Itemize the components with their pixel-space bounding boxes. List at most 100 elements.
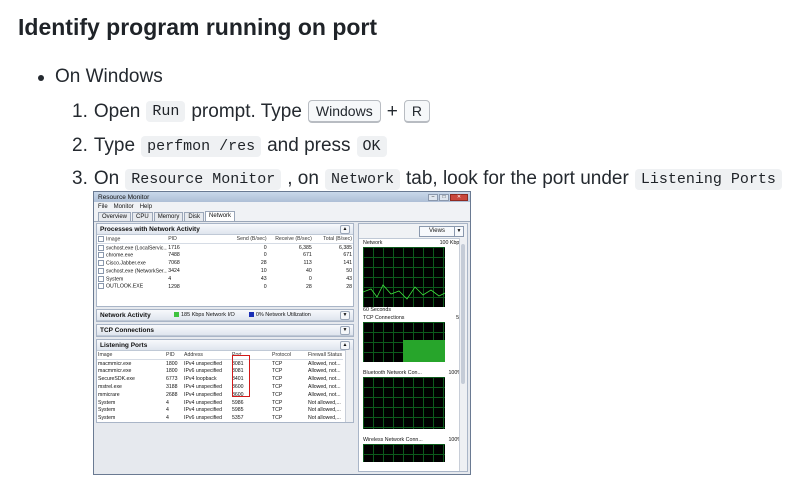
views-button[interactable]: Views [419,226,455,237]
table-cell: 1716 [168,244,180,251]
menu-file[interactable]: File [98,204,108,210]
maximize-icon[interactable]: □ [439,193,449,201]
graph-footer: 60 Seconds0 [359,307,467,314]
table-cell: 0 [263,244,267,251]
table-cell: IPv4 unspecified [184,391,223,398]
tab-memory[interactable]: Memory [153,212,184,221]
listening-scrollbar[interactable] [345,350,353,422]
key-windows: Windows [307,100,381,123]
table-cell: 4 [166,415,169,422]
graph-title: Network 100 Kbps [359,239,467,247]
graph-line [363,284,445,300]
graph-footer: 0 [359,429,467,436]
table-row[interactable]: Cisco.Jabber.exe 7068 28 113 141 [97,259,353,267]
col-pid[interactable]: PID [165,351,183,360]
table-cell: 3188 [166,384,178,391]
chevron-down-icon[interactable]: ▼ [454,226,464,237]
table-row[interactable]: chrome.exe 7488 0 671 671 [97,252,353,260]
graph-label: Network [363,240,383,246]
table-row[interactable]: System 4 IPv4 unspecified 5985 TCP Not allowe… [97,407,343,415]
table-row[interactable]: System 4 IPv4 unspecified 5986 TCP Not allowe… [97,399,343,407]
table-cell: 5357 [232,415,244,422]
table-cell: TCP [272,399,283,406]
table-row[interactable]: macmmicr.exe 1800 IPv4 unspecified 8081 TCP A… [97,359,343,367]
chevron-up-icon[interactable]: ▲ [340,225,350,234]
processes-panel-header[interactable]: Processes with Network Activity ▲ [97,224,353,235]
chevron-down-icon[interactable]: ▼ [340,326,350,335]
table-cell: Allowed, not... [308,360,341,367]
table-row[interactable]: OUTLOOK.EXE 1298 0 28 28 [97,283,353,291]
col-receive[interactable]: Receive (B/sec) [267,235,313,244]
table-cell: TCP [272,407,283,414]
graph-canvas [363,247,445,307]
network-activity-panel: Network Activity 185 Kbps Network I/O 0%… [96,309,354,322]
tab-cpu[interactable]: CPU [132,212,153,221]
table-cell: 0 [263,283,267,290]
table-row[interactable]: System 4 IPv6 unspecified 5357 TCP Not allowe… [97,414,343,422]
table-cell: 7488 [168,252,180,259]
graphs-scrollbar[interactable] [459,238,467,471]
table-row[interactable]: mstrel.exe 3188 IPv4 unspecified 8600 TCP All… [97,383,343,391]
col-image[interactable]: Image [97,351,165,360]
step-text: prompt. Type [191,100,302,122]
table-cell: Allowed, not... [308,384,341,391]
minimize-icon[interactable]: – [428,193,438,201]
menu-help[interactable]: Help [140,204,152,210]
table-row[interactable]: svchost.exe (LocalServic... 1716 0 6,385 6,3… [97,243,353,251]
table-row[interactable]: System 4 43 0 43 [97,275,353,283]
menu-monitor[interactable]: Monitor [114,204,134,210]
table-cell: mstrel.exe [98,384,122,391]
col-protocol[interactable]: Protocol [271,351,307,360]
chevron-down-icon[interactable]: ▼ [340,311,350,320]
graph-title: TCP Connections50 [359,314,467,322]
row-checkbox[interactable] [98,267,104,274]
table-cell: 10 [260,268,267,275]
code-network: Network [324,168,400,190]
table-cell: IPv4 unspecified [184,407,223,414]
row-checkbox[interactable] [98,275,104,282]
col-send[interactable]: Send (B/sec) [222,235,268,244]
tab-network[interactable]: Network [205,211,236,221]
table-row[interactable]: mmicrare 2688 IPv4 unspecified 8600 TCP Allow… [97,391,343,399]
col-total[interactable]: Total (B/sec) [312,235,353,244]
scrollbar-thumb[interactable] [461,244,465,384]
tcp-connections-header[interactable]: TCP Connections ▼ [97,325,353,336]
col-firewall-status[interactable]: Firewall Status [307,351,343,360]
table-row[interactable]: svchost.exe (NetworkSer... 3424 10 40 50 [97,267,353,275]
table-cell: 5986 [232,399,244,406]
table-cell: IPv6 unspecified [184,415,223,422]
table-cell: 50 [346,268,352,275]
listening-ports-header[interactable]: Listening Ports ▲ [97,340,353,351]
table-cell: 4 [166,407,169,414]
tcp-connections-title: TCP Connections [100,326,155,334]
window-titlebar: Resource Monitor – □ ✕ [94,192,470,202]
col-address[interactable]: Address [183,351,231,360]
close-icon[interactable]: ✕ [450,193,468,201]
step-number: 2. [72,135,88,156]
processes-panel-title: Processes with Network Activity [100,225,200,233]
plus-sign: + [386,100,398,122]
table-cell: 6,385 [298,244,312,251]
graph-canvas [363,444,445,462]
table-cell: macmmicr.exe [98,368,132,375]
bullet-text: On Windows [55,66,163,87]
table-row[interactable]: macmmicr.exe 1800 IPv6 unspecified 8081 TCP A… [97,368,343,376]
table-cell: 28 [260,260,267,267]
col-image[interactable]: Image [97,235,168,244]
row-checkbox[interactable] [98,283,104,290]
tab-overview[interactable]: Overview [98,212,132,221]
network-util-swatch [248,312,254,318]
col-pid[interactable]: PID [167,235,223,244]
row-checkbox[interactable] [98,260,104,267]
chevron-up-icon[interactable]: ▲ [340,341,350,350]
network-activity-header[interactable]: Network Activity 185 Kbps Network I/O 0%… [97,310,353,321]
row-checkbox[interactable] [98,244,104,251]
step-text: On [93,168,120,189]
table-cell: IPv4 loopback [184,376,217,383]
processes-panel: Processes with Network Activity ▲ Image … [96,223,354,307]
window-title: Resource Monitor [98,193,150,201]
listening-ports-table: Image PID Address Port Protocol Firewall… [97,351,343,422]
tab-disk[interactable]: Disk [184,212,205,221]
table-row[interactable]: SecureSDK.exe 6773 IPv4 loopback 8401 TCP All… [97,375,343,383]
row-checkbox[interactable] [98,252,104,259]
